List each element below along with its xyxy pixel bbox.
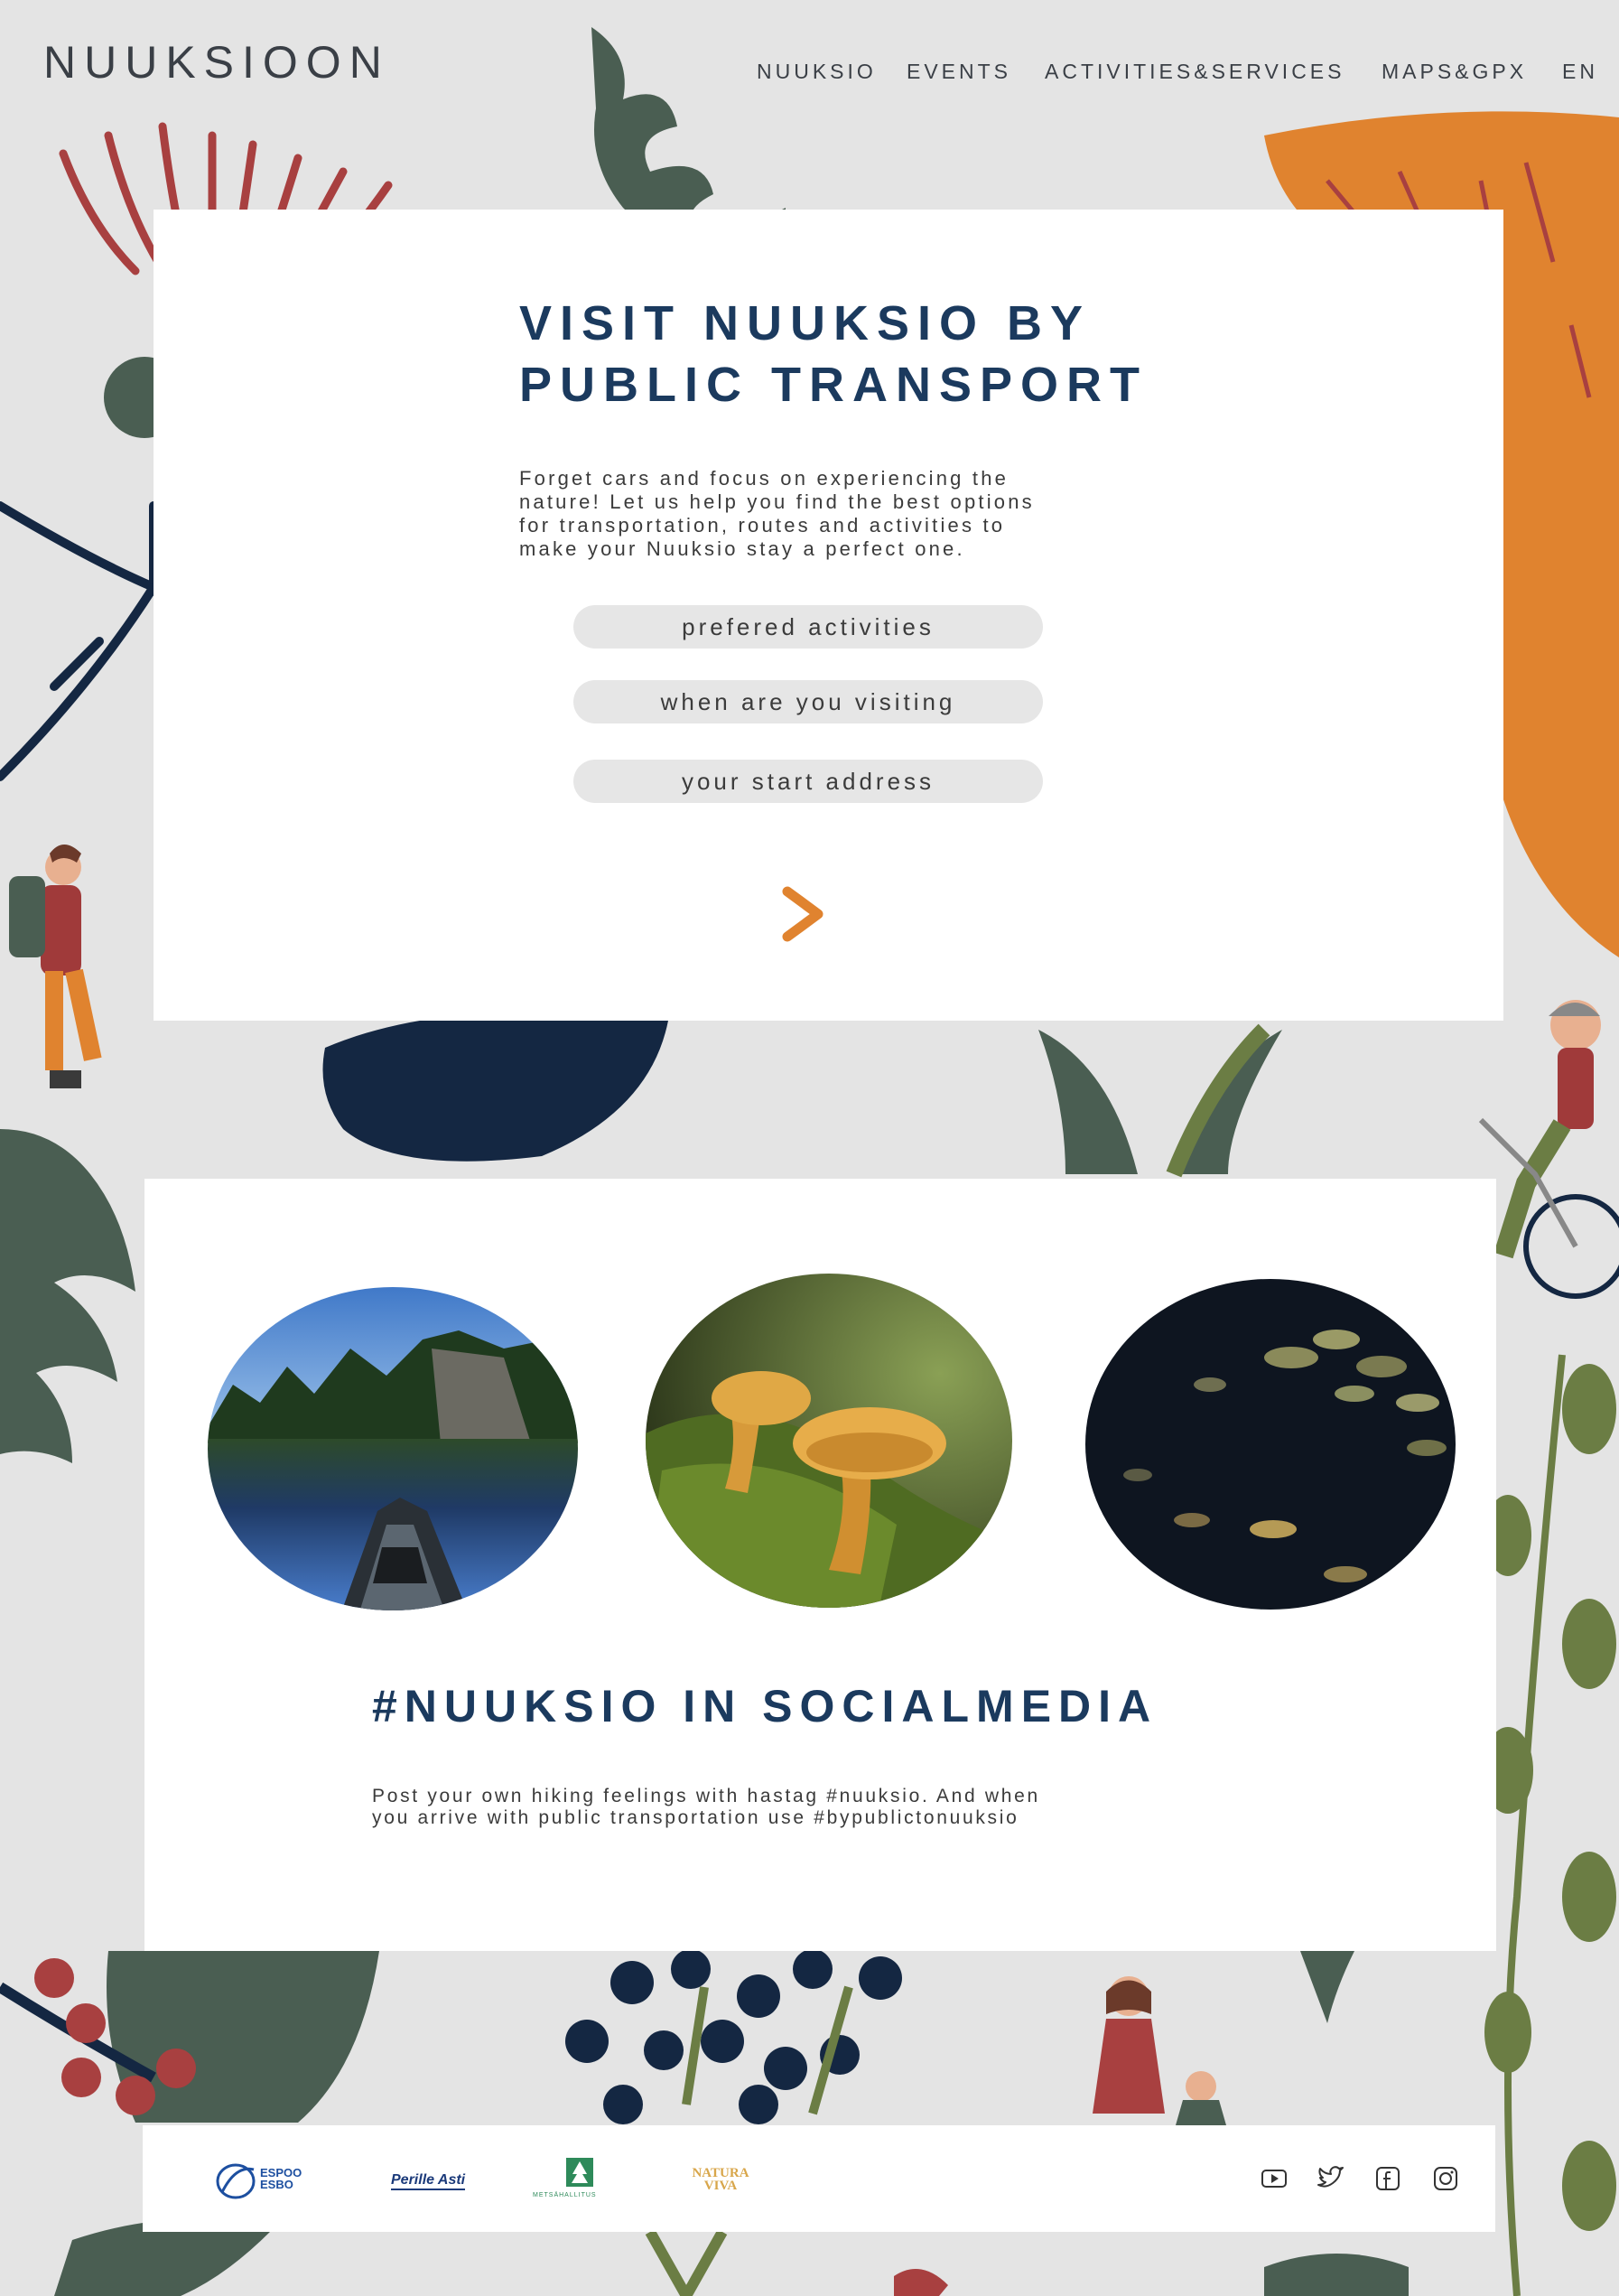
- lake-canoe-photo: [208, 1287, 578, 1610]
- hero-title-line2: PUBLIC TRANSPORT: [519, 358, 1148, 412]
- nav-nuuksio[interactable]: NUUKSIO: [757, 60, 877, 84]
- espoo-logo-line2: ESBO: [260, 2178, 293, 2191]
- hero-description-line: Forget cars and focus on experiencing th…: [519, 467, 1010, 490]
- metsahallitus-logo-text: METSÄHALLITUS: [533, 2192, 597, 2198]
- twitter-icon[interactable]: [1315, 2163, 1345, 2194]
- footer-bar: ESPOO ESBO Perille Asti METSÄHALLITUS NA…: [143, 2125, 1495, 2232]
- instagram-icon[interactable]: [1430, 2163, 1461, 2194]
- social-media-panel: #NUUKSIO IN SOCIALMEDIA Post your own hi…: [144, 1179, 1496, 1951]
- social-description-line: Post your own hiking feelings with hasta…: [372, 1786, 1040, 1806]
- hero-description-line: nature! Let us help you find the best op…: [519, 490, 1035, 513]
- facebook-icon[interactable]: [1372, 2163, 1403, 2194]
- language-switch[interactable]: EN: [1562, 60, 1598, 84]
- perille-asti-logo[interactable]: Perille Asti: [391, 2156, 481, 2205]
- social-title: #NUUKSIO IN SOCIALMEDIA: [372, 1681, 1158, 1731]
- natura-viva-logo[interactable]: NATURA VIVA: [689, 2156, 761, 2205]
- nav-activities-services[interactable]: ACTIVITIES&SERVICES: [1045, 60, 1345, 84]
- visit-date-field[interactable]: when are you visiting: [573, 680, 1043, 723]
- social-description-line: you arrive with public transportation us…: [372, 1807, 1019, 1828]
- hero-description-line: make your Nuuksio stay a perfect one.: [519, 537, 965, 560]
- chanterelle-mushrooms-photo: [646, 1274, 1012, 1608]
- nav-events[interactable]: EVENTS: [907, 60, 1011, 84]
- water-lilies-photo: [1085, 1279, 1456, 1610]
- hero-panel: VISIT NUUKSIO BY PUBLIC TRANSPORT Forget…: [154, 210, 1503, 1021]
- metsahallitus-logo[interactable]: METSÄHALLITUS: [533, 2156, 632, 2205]
- nav-maps-gpx[interactable]: MAPS&GPX: [1382, 60, 1527, 84]
- start-address-field[interactable]: your start address: [573, 760, 1043, 803]
- social-description: Post your own hiking feelings with hasta…: [372, 1786, 1257, 1829]
- perille-asti-logo-text: Perille Asti: [391, 2172, 466, 2190]
- hero-title: VISIT NUUKSIO BY PUBLIC TRANSPORT: [519, 293, 1332, 415]
- preferred-activities-field[interactable]: prefered activities: [573, 605, 1043, 649]
- espoo-emblem-icon: [216, 2163, 256, 2199]
- hero-title-line1: VISIT NUUKSIO BY: [519, 296, 1092, 350]
- espoo-logo[interactable]: ESPOO ESBO: [213, 2156, 312, 2205]
- hero-description: Forget cars and focus on experiencing th…: [519, 467, 1169, 561]
- hero-description-line: for transportation, routes and activitie…: [519, 514, 1006, 537]
- youtube-icon[interactable]: [1259, 2163, 1289, 2194]
- natura-viva-logo-line2: VIVA: [703, 2179, 738, 2193]
- tree-emblem-icon: [566, 2158, 593, 2187]
- chevron-right-icon[interactable]: [777, 882, 831, 946]
- site-title[interactable]: NUUKSIOON: [43, 36, 390, 89]
